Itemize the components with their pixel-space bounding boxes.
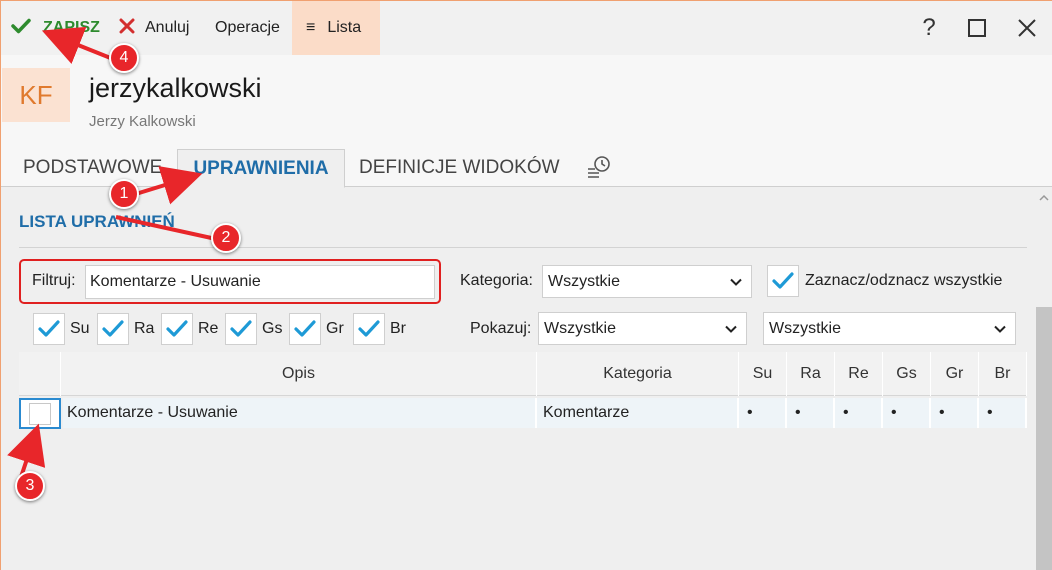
user-edit-window: ZAPISZ Anuluj Operacje ≡ Lista ? KF jerz… <box>0 0 1052 570</box>
annotation-line-2 <box>115 215 217 241</box>
annotation-arrows <box>7 26 217 484</box>
annotation-badge-2: 2 <box>211 223 241 253</box>
annotation-badge-4: 4 <box>109 43 139 73</box>
annotation-badge-1: 1 <box>109 179 139 209</box>
annotation-arrow-4 <box>41 26 114 64</box>
annotation-badge-3: 3 <box>15 471 45 501</box>
